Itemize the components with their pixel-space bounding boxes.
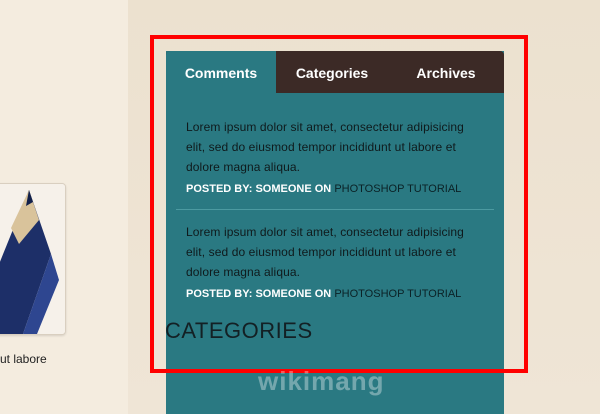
pencil-icon (0, 184, 65, 334)
post-snippet: ut labore (0, 352, 47, 366)
watermark-logo: wikimang (258, 366, 385, 396)
pencil-thumbnail[interactable] (0, 183, 66, 335)
highlight-box (150, 35, 528, 373)
